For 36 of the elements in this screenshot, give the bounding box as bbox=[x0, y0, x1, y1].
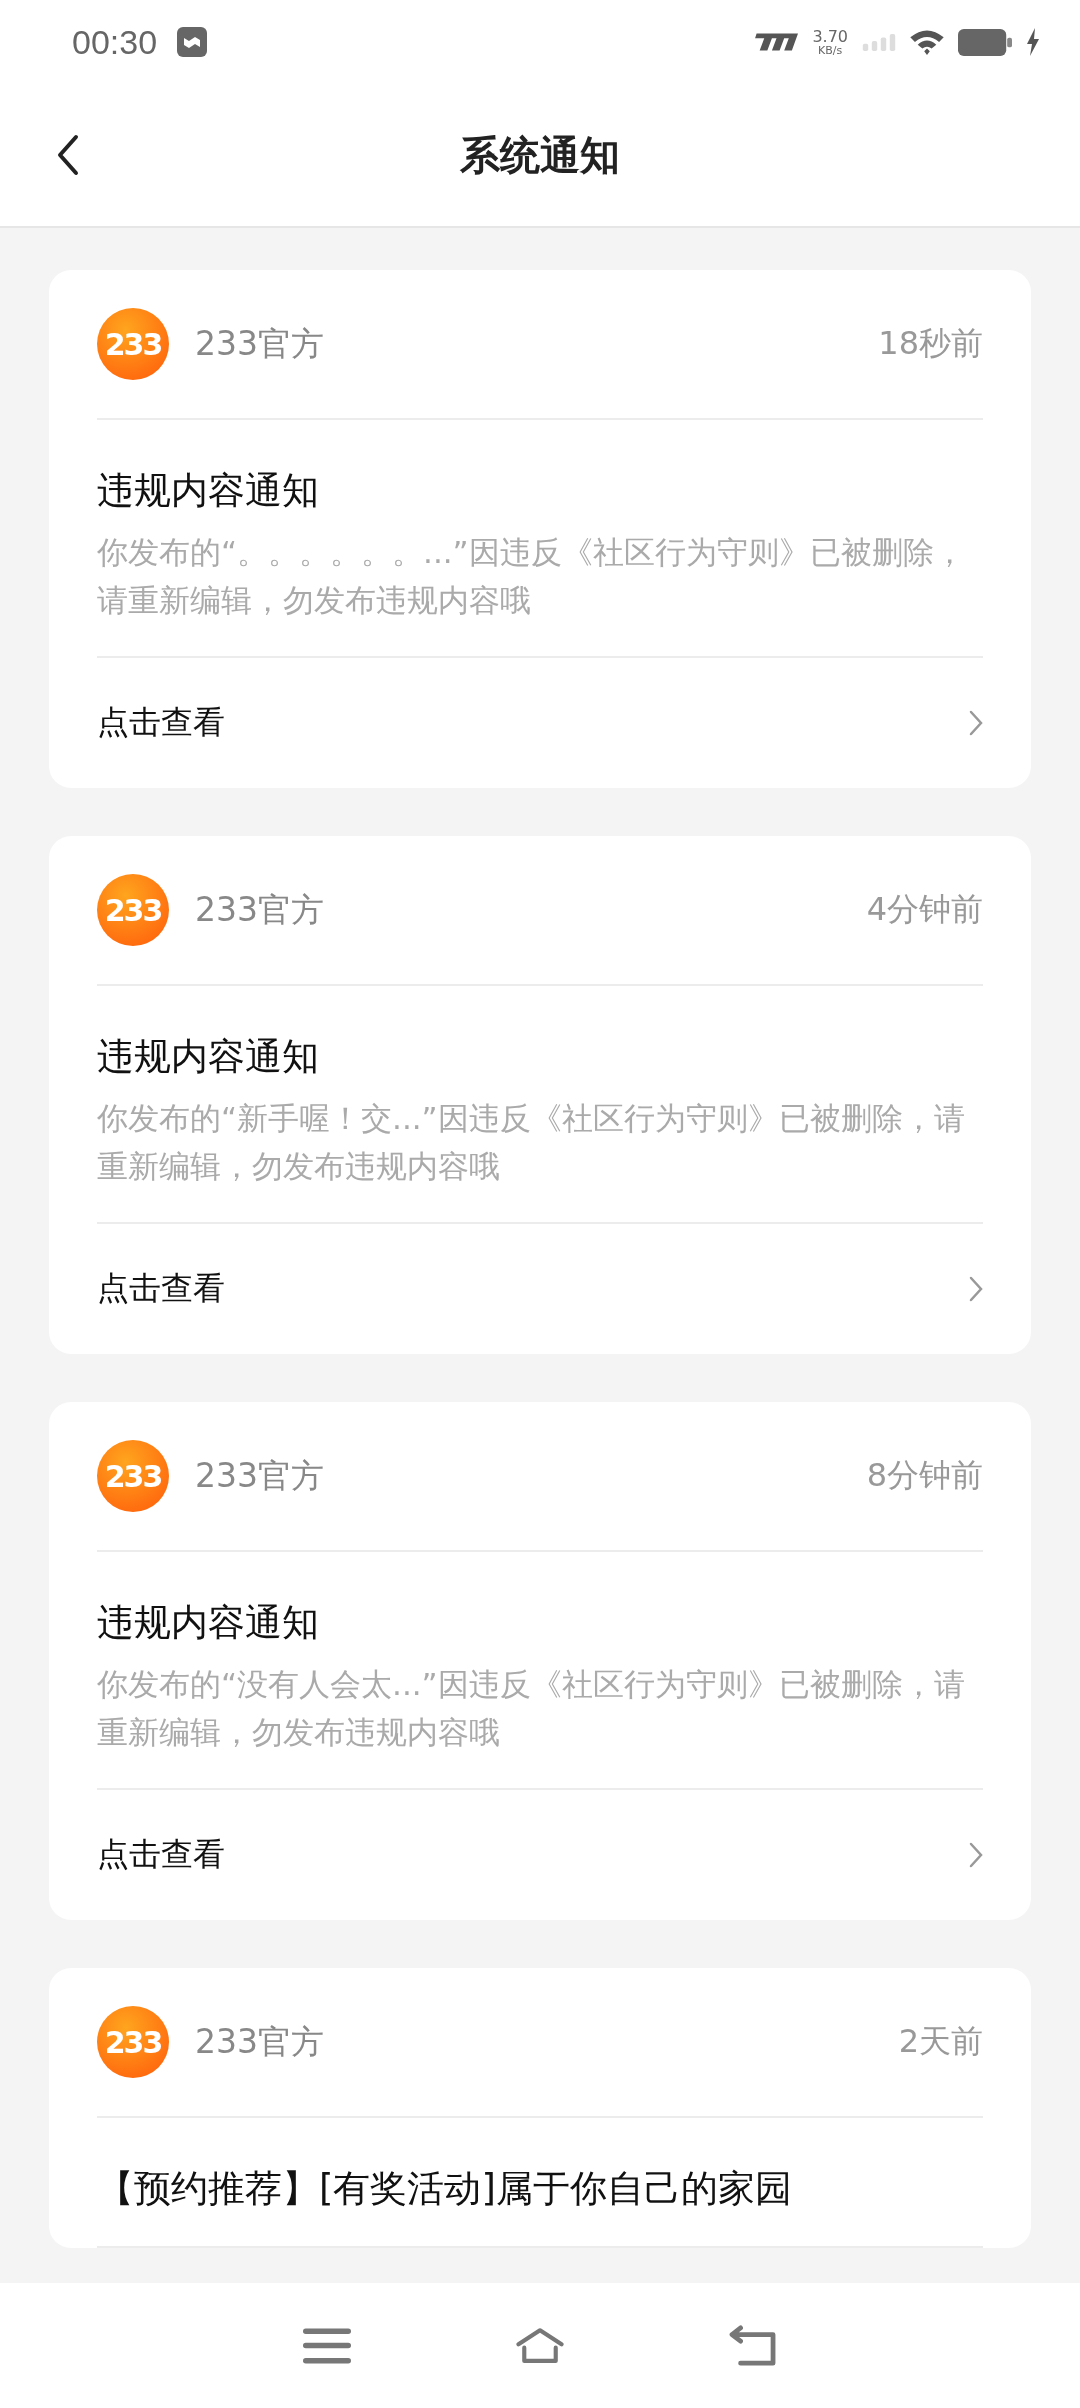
sender-logo: 233 bbox=[97, 1440, 169, 1512]
network-speed-unit: KB/s bbox=[818, 44, 843, 56]
notification-title: 违规内容通知 bbox=[97, 468, 320, 514]
notification-icon bbox=[177, 27, 208, 57]
notification-title: 违规内容通知 bbox=[97, 1600, 320, 1646]
notification-title: 违规内容通知 bbox=[97, 1034, 320, 1080]
page-title: 系统通知 bbox=[460, 130, 620, 180]
notification-body: 你发布的“。。。。。。...”因违反《社区行为守则》已被删除，请重新编辑，勿发布违规内容哦 bbox=[97, 533, 966, 620]
wifi-icon bbox=[910, 29, 944, 55]
battery-icon bbox=[958, 28, 1012, 56]
notification-title: 【预约推荐】[有奖活动]属于你自己的家园 bbox=[97, 2166, 793, 2212]
sender-name: 233官方 bbox=[195, 2020, 325, 2063]
carrier-icon bbox=[752, 33, 799, 51]
sender-logo: 233 bbox=[97, 308, 169, 380]
back-nav-icon[interactable] bbox=[729, 2324, 778, 2367]
sender-logo: 233 bbox=[97, 2006, 169, 2078]
signal-icon bbox=[862, 33, 896, 51]
status-time: 00:30 bbox=[72, 22, 158, 62]
network-speed: 3.70 bbox=[812, 28, 848, 45]
view-details-link[interactable]: 点击查看 bbox=[97, 1224, 983, 1354]
notification-body: 你发布的“新手喔！交...”因违反《社区行为守则》已被删除，请重新编辑，勿发布违规内容哦 bbox=[97, 1099, 966, 1186]
notification-time: 2天前 bbox=[898, 2021, 983, 2062]
chevron-icon bbox=[969, 1842, 983, 1868]
sender-name: 233官方 bbox=[195, 322, 325, 365]
sender-name: 233官方 bbox=[195, 1454, 325, 1497]
chevron-icon bbox=[969, 710, 983, 736]
charging-icon bbox=[1026, 28, 1040, 56]
view-details-link[interactable]: 点击查看 bbox=[97, 1790, 983, 1920]
notification-time: 8分钟前 bbox=[866, 1455, 983, 1496]
view-details-link[interactable]: 点击查看 bbox=[97, 658, 983, 788]
sender-logo: 233 bbox=[97, 874, 169, 946]
notification-time: 4分钟前 bbox=[866, 889, 983, 930]
notification-body: 你发布的“没有人会太...”因违反《社区行为守则》已被删除，请重新编辑，勿发布违规内容哦 bbox=[97, 1665, 966, 1752]
notification-time: 18秒前 bbox=[878, 323, 983, 364]
chevron-icon bbox=[969, 1276, 983, 1302]
sender-name: 233官方 bbox=[195, 888, 325, 931]
